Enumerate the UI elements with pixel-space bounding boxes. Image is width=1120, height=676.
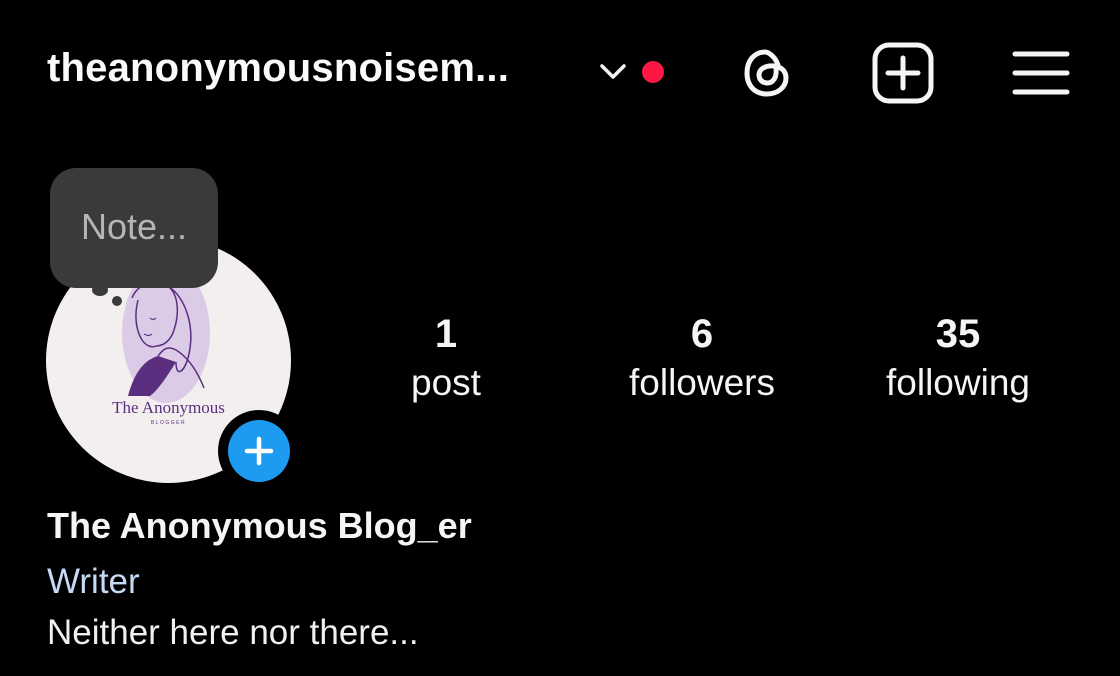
note-bubble-tail [92, 284, 108, 296]
followers-count: 6 [690, 312, 714, 356]
hamburger-menu-icon[interactable] [1008, 40, 1074, 106]
stat-following[interactable]: 35 following [848, 310, 1068, 408]
followers-label: followers [629, 362, 775, 403]
posts-count: 1 [434, 312, 458, 356]
add-story-button[interactable] [218, 410, 300, 492]
stat-followers[interactable]: 6 followers [592, 310, 812, 408]
note-bubble-tail-small [112, 296, 122, 306]
plus-icon [244, 436, 274, 466]
note-bubble[interactable]: Note... [50, 168, 218, 288]
chevron-down-icon[interactable] [597, 58, 629, 86]
plus-square-icon [872, 42, 934, 104]
account-username[interactable]: theanonymousnoisem... [47, 46, 509, 91]
following-count: 35 [935, 312, 981, 356]
create-post-button[interactable] [870, 40, 936, 106]
note-placeholder: Note... [80, 206, 188, 247]
display-name: The Anonymous Blog_er [47, 505, 472, 546]
profile-header: theanonymousnoisem... [0, 0, 1120, 150]
threads-icon[interactable] [734, 40, 800, 106]
profile-category[interactable]: Writer [47, 562, 140, 602]
following-label: following [886, 362, 1030, 403]
posts-label: post [411, 362, 481, 403]
bio-text: Neither here nor there... [47, 613, 419, 652]
add-story-circle [228, 420, 290, 482]
stat-posts[interactable]: 1 post [336, 310, 556, 408]
notification-dot [642, 61, 664, 83]
